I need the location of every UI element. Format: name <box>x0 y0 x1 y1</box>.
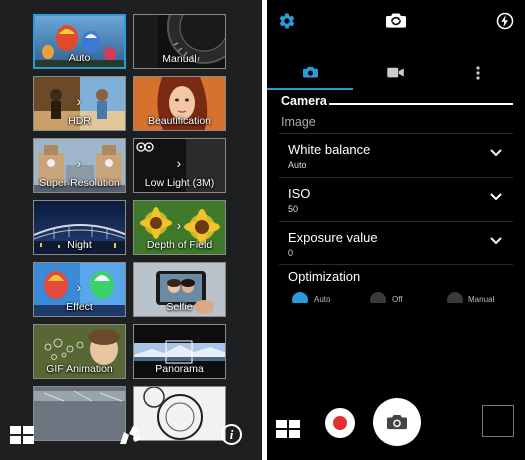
tab-video[interactable] <box>353 58 439 90</box>
radio-label: Off <box>392 295 403 303</box>
camera-settings-panel: Camera Image White balance Auto ISO 50 E… <box>267 0 525 460</box>
mode-tile-super-resolution[interactable]: › Super Resolution <box>33 138 126 193</box>
gallery-thumbnail[interactable] <box>482 405 514 437</box>
setting-value: Auto <box>288 160 307 170</box>
record-dot-icon <box>333 416 347 430</box>
radio-off[interactable] <box>370 292 386 303</box>
mode-label: Depth of Field <box>146 239 213 251</box>
section-divider <box>329 103 513 105</box>
left-bottom-bar: i <box>0 412 262 460</box>
grid-icon[interactable] <box>10 426 34 444</box>
setting-value: 0 <box>288 248 294 258</box>
chevron-right-icon: › <box>76 279 82 295</box>
chevron-down-icon <box>490 237 502 245</box>
setting-divider <box>279 264 513 266</box>
camera-mode-icon[interactable] <box>117 422 143 448</box>
mode-label: Low Light (3M) <box>144 177 215 189</box>
mode-label: Effect <box>66 301 93 313</box>
mode-tile-night[interactable]: Night <box>33 200 126 255</box>
chevron-right-icon: › <box>76 93 82 109</box>
mode-label: Selfie <box>166 301 193 313</box>
settings-tabs <box>267 58 525 92</box>
radio-label: Manual <box>468 295 495 303</box>
optimization-options: Auto Off Manual <box>267 291 525 303</box>
chevron-right-icon: › <box>176 217 182 233</box>
mode-label: Panorama <box>155 363 204 375</box>
setting-exposure-value[interactable]: Exposure value 0 <box>279 221 513 263</box>
chevron-right-icon: › <box>76 155 82 171</box>
mode-tile-selfie[interactable]: Selfie <box>133 262 226 317</box>
tab-camera[interactable] <box>267 58 353 90</box>
shutter-button[interactable] <box>373 398 421 446</box>
flash-auto-icon[interactable] <box>496 12 514 30</box>
mode-tile-manual[interactable]: Manual <box>133 14 226 69</box>
video-icon <box>387 67 404 78</box>
mode-tile-low-light[interactable]: › Low Light (3M) <box>133 138 226 193</box>
info-icon[interactable]: i <box>221 424 242 445</box>
mode-tile-depth-of-field[interactable]: › Depth of Field <box>133 200 226 255</box>
mode-tile-effect[interactable]: › Effect <box>33 262 126 317</box>
mode-tile-beautification[interactable]: Beautification <box>133 76 226 131</box>
mode-label: Beautification <box>147 115 212 127</box>
mode-tile-panorama[interactable]: Panorama <box>133 324 226 379</box>
radio-manual[interactable] <box>447 292 463 303</box>
mode-label: GIF Animation <box>46 363 113 375</box>
section-title: Camera <box>281 94 327 108</box>
record-button[interactable] <box>325 408 355 438</box>
grid-icon[interactable] <box>276 420 300 438</box>
setting-title: White balance <box>288 142 371 157</box>
tab-more[interactable] <box>439 58 525 90</box>
mode-tile-gif-animation[interactable]: GIF Animation <box>33 324 126 379</box>
setting-iso[interactable]: ISO 50 <box>279 177 513 219</box>
setting-title: Exposure value <box>288 230 378 245</box>
mode-label: Night <box>67 239 92 251</box>
radio-label: Auto <box>314 295 331 303</box>
mode-tile-auto[interactable]: Auto <box>33 14 126 69</box>
camera-bottom-bar <box>267 390 525 460</box>
camera-top-bar <box>267 0 525 44</box>
image-subheading: Image <box>281 115 316 129</box>
setting-white-balance[interactable]: White balance Auto <box>279 133 513 175</box>
gear-icon[interactable] <box>278 12 296 30</box>
chevron-right-icon: › <box>176 155 182 171</box>
setting-value: 50 <box>288 204 299 214</box>
switch-camera-icon[interactable] <box>386 12 406 30</box>
chevron-down-icon <box>490 149 502 157</box>
mode-label: Super Resolution <box>39 177 120 189</box>
setting-title: ISO <box>288 186 311 201</box>
mode-label: Auto <box>68 52 91 64</box>
mode-label: HDR <box>68 115 91 127</box>
optimization-title: Optimization <box>288 269 361 284</box>
camera-icon <box>303 66 318 78</box>
radio-auto[interactable] <box>292 292 308 303</box>
mode-tile-hdr[interactable]: › HDR <box>33 76 126 131</box>
more-icon <box>476 66 480 80</box>
mode-label: Manual <box>162 53 197 65</box>
camera-icon <box>387 415 407 430</box>
mode-selector-panel: Auto Manual › HDR Beautification › Super… <box>0 0 262 460</box>
chevron-down-icon <box>490 193 502 201</box>
